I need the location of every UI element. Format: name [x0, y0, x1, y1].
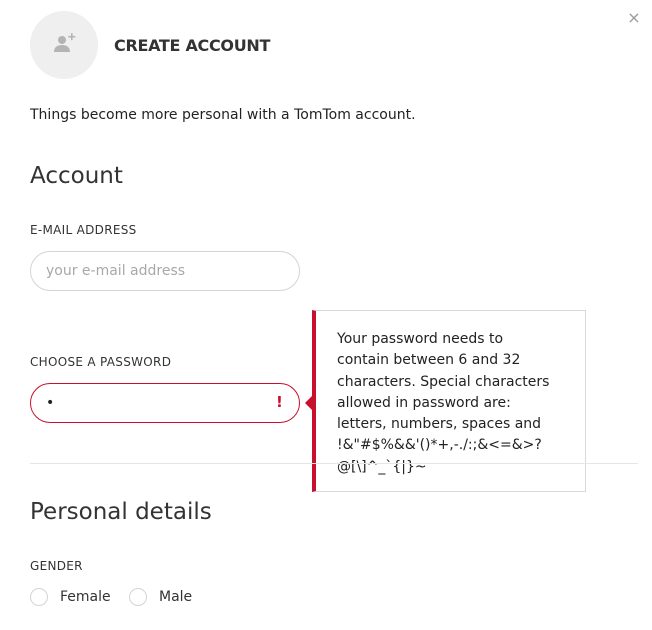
- tooltip-line: contain between 6 and 32: [337, 352, 521, 369]
- password-label: CHOOSE A PASSWORD: [30, 355, 172, 369]
- personal-details-heading: Personal details: [30, 499, 212, 525]
- password-requirements-tooltip: Your password needs to contain between 6…: [312, 310, 586, 492]
- page-title: CREATE ACCOUNT: [114, 36, 271, 55]
- tooltip-line: @[\]^_`{|}~: [337, 458, 427, 475]
- gender-male-label[interactable]: Male: [159, 589, 192, 605]
- account-heading: Account: [30, 163, 123, 189]
- password-field-wrapper: [30, 383, 300, 423]
- gender-label: GENDER: [30, 559, 83, 573]
- tooltip-line: !&"#$%&&'()*+,-./:;&<=&>?: [337, 437, 542, 454]
- gender-female-radio[interactable]: [30, 588, 48, 606]
- email-field-wrapper: [30, 251, 300, 291]
- tooltip-line: allowed in password are:: [337, 394, 511, 411]
- gender-male-radio[interactable]: [129, 588, 147, 606]
- add-user-icon: [54, 33, 76, 52]
- tooltip-line: letters, numbers, spaces and: [337, 416, 542, 433]
- gender-female-label[interactable]: Female: [60, 589, 111, 605]
- section-divider: [30, 463, 638, 464]
- tooltip-line: Your password needs to: [337, 331, 504, 347]
- email-field[interactable]: [46, 252, 256, 290]
- password-field[interactable]: [46, 384, 256, 422]
- email-label: E-MAIL ADDRESS: [30, 223, 137, 237]
- tooltip-arrow: [305, 396, 312, 410]
- tooltip-line: characters. Special characters: [337, 373, 550, 390]
- intro-text: Things become more personal with a TomTo…: [30, 107, 416, 123]
- close-icon[interactable]: ×: [626, 10, 642, 26]
- error-icon: !: [276, 393, 283, 411]
- avatar: [30, 11, 98, 79]
